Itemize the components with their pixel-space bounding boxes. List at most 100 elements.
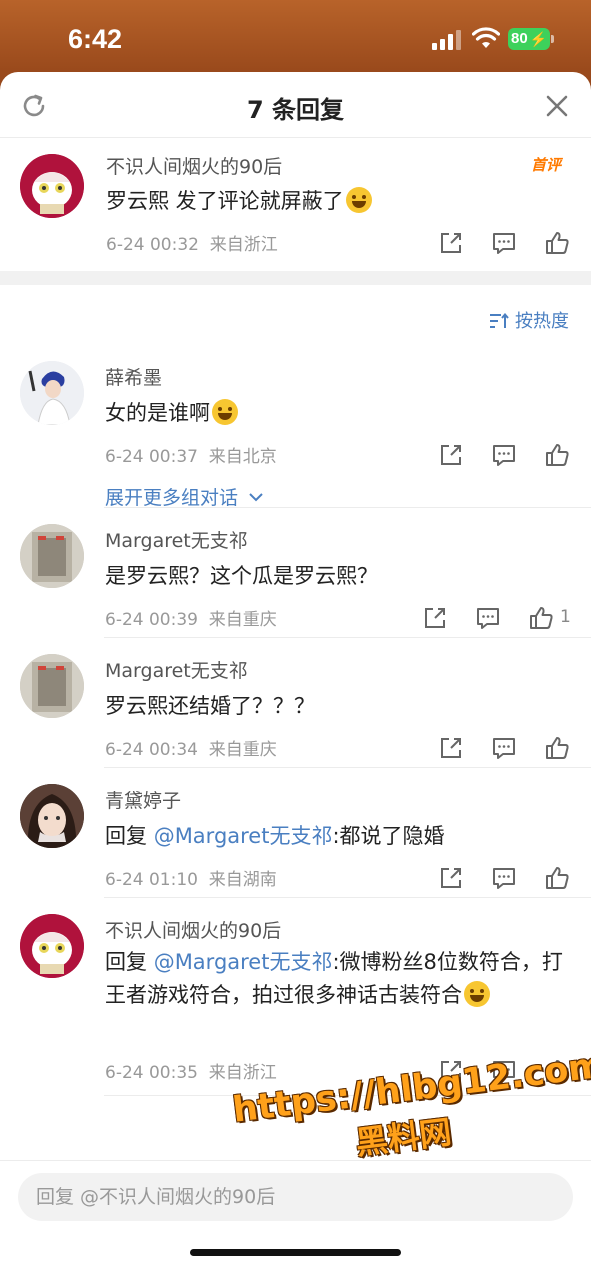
reply-location: 来自北京 [208, 447, 277, 467]
first-comment-badge: 首评 [530, 156, 561, 174]
wifi-icon [472, 27, 500, 48]
reply-bar [0, 1160, 591, 1280]
comment-icon[interactable] [491, 865, 517, 891]
laugh-cry-emoji-icon [464, 981, 490, 1007]
share-icon[interactable] [438, 865, 464, 891]
reply-input[interactable] [18, 1173, 573, 1221]
avatar[interactable] [20, 914, 84, 978]
reply-text: 罗云熙还结婚了？？？ [105, 694, 315, 718]
close-icon[interactable] [543, 92, 571, 120]
comment-date: 6-24 00:32 [106, 235, 199, 255]
reply-meta: 6-24 00:37 来自北京 [105, 442, 277, 467]
reply-item: 不识人间烟火的90后 回复 @Margaret无支祁:微博粉丝8位数符合，打王者… [20, 898, 591, 1096]
share-icon[interactable] [438, 1058, 464, 1084]
reply-text-content: 女的是谁啊 [105, 401, 210, 425]
expand-conversation-link[interactable]: 展开更多组对话 [105, 483, 264, 510]
status-time: 6:42 [68, 24, 123, 54]
reply-date: 6-24 00:35 [105, 1063, 198, 1083]
section-divider [0, 271, 591, 285]
reply-text: 回复 @Margaret无支祁:微博粉丝8位数符合，打王者游戏符合，拍过很多神话… [105, 946, 571, 1012]
reply-item: Margaret无支祁 罗云熙还结婚了？？？ 6-24 00:34 来自重庆 [20, 638, 591, 768]
signal-icon [432, 30, 461, 50]
sort-label: 按热度 [515, 311, 569, 332]
like-count: 1 [560, 607, 571, 627]
comment-location: 来自浙江 [209, 235, 278, 255]
comment-text: 罗云熙 发了评论就屏蔽了 [106, 185, 372, 218]
chevron-down-icon [249, 493, 263, 502]
avatar-image [20, 654, 84, 718]
crying-emoji-icon [212, 399, 238, 425]
reply-date: 6-24 01:10 [105, 870, 198, 890]
comment-author[interactable]: 不识人间烟火的90后 [106, 152, 282, 179]
like-icon[interactable] [544, 230, 570, 256]
reply-meta: 6-24 01:10 来自湖南 [105, 865, 277, 890]
avatar[interactable] [20, 654, 84, 718]
share-icon[interactable] [438, 230, 464, 256]
avatar[interactable] [20, 154, 84, 218]
comment-meta: 6-24 00:32 来自浙江 [106, 230, 278, 255]
mention-link[interactable]: @Margaret无支祁 [154, 950, 333, 974]
reply-text: 回复 @Margaret无支祁:都说了隐婚 [105, 820, 445, 853]
comment-icon[interactable] [491, 735, 517, 761]
reply-item: 薛希墨 女的是谁啊 6-24 00:37 来自北京 展开更多组对话 [20, 345, 591, 510]
root-comment: 不识人间烟火的90后 首评 罗云熙 发了评论就屏蔽了 6-24 00:32 来自… [0, 138, 591, 271]
sort-row: 按热度 [0, 285, 591, 345]
reply-date: 6-24 00:39 [105, 610, 198, 630]
reply-text: 是罗云熙？这个瓜是罗云熙？ [105, 564, 378, 588]
reply-location: 来自重庆 [208, 740, 277, 760]
reply-prefix: 回复 [105, 824, 154, 848]
replies-sheet: 7 条回复 不识人间烟火的90后 首评 罗云熙 发了评论就屏蔽了 6-24 00… [0, 72, 591, 1280]
reply-location: 来自浙江 [208, 1063, 277, 1083]
reply-author[interactable]: Margaret无支祁 [105, 656, 248, 683]
avatar-image [20, 524, 84, 588]
avatar[interactable] [20, 784, 84, 848]
like-icon[interactable] [544, 1058, 570, 1084]
reply-meta: 6-24 00:39 来自重庆 [105, 605, 277, 630]
expand-label: 展开更多组对话 [105, 487, 239, 509]
comment-icon[interactable] [475, 605, 501, 631]
share-icon[interactable] [438, 442, 464, 468]
sort-icon [490, 313, 509, 328]
like-icon[interactable] [544, 865, 570, 891]
reply-date: 6-24 00:34 [105, 740, 198, 760]
reply-location: 来自湖南 [208, 870, 277, 890]
reply-text-content: :都说了隐婚 [332, 824, 445, 848]
avatar-image [20, 154, 84, 218]
reply-location: 来自重庆 [208, 610, 277, 630]
reply-item: 青黛婷子 回复 @Margaret无支祁:都说了隐婚 6-24 01:10 来自… [20, 768, 591, 898]
mention-link[interactable]: @Margaret无支祁 [154, 824, 333, 848]
avatar[interactable] [20, 524, 84, 588]
reply-item: Margaret无支祁 是罗云熙？这个瓜是罗云熙？ 6-24 00:39 来自重… [20, 508, 591, 638]
comment-icon[interactable] [491, 442, 517, 468]
avatar-image [20, 914, 84, 978]
comment-icon[interactable] [491, 230, 517, 256]
battery-level: 80 [511, 30, 528, 47]
like-icon[interactable] [528, 605, 554, 631]
reply-author[interactable]: Margaret无支祁 [105, 526, 248, 553]
sort-button[interactable]: 按热度 [489, 307, 569, 333]
avatar-image [20, 784, 84, 848]
sheet-header: 7 条回复 [0, 72, 591, 138]
avatar[interactable] [20, 361, 84, 425]
sheet-title: 7 条回复 [246, 96, 345, 124]
battery-icon: 80 ⚡ [508, 28, 554, 50]
charging-bolt-icon: ⚡ [529, 31, 547, 47]
like-icon[interactable] [544, 442, 570, 468]
share-icon[interactable] [422, 605, 448, 631]
reply-author[interactable]: 青黛婷子 [105, 786, 181, 813]
reply-text: 女的是谁啊 [105, 397, 238, 430]
reply-author[interactable]: 薛希墨 [105, 363, 162, 390]
reply-meta: 6-24 00:35 来自浙江 [105, 1058, 277, 1083]
home-indicator[interactable] [190, 1249, 401, 1256]
like-icon[interactable] [544, 735, 570, 761]
reply-author[interactable]: 不识人间烟火的90后 [105, 916, 281, 943]
reply-prefix: 回复 [105, 950, 154, 974]
comment-text-content: 罗云熙 发了评论就屏蔽了 [106, 189, 344, 213]
reply-meta: 6-24 00:34 来自重庆 [105, 735, 277, 760]
comment-icon[interactable] [491, 1058, 517, 1084]
reply-date: 6-24 00:37 [105, 447, 198, 467]
status-bar: 6:42 80 ⚡ [0, 0, 591, 72]
avatar-image [20, 361, 84, 425]
share-icon[interactable] [438, 735, 464, 761]
laugh-cry-emoji-icon [345, 187, 372, 213]
